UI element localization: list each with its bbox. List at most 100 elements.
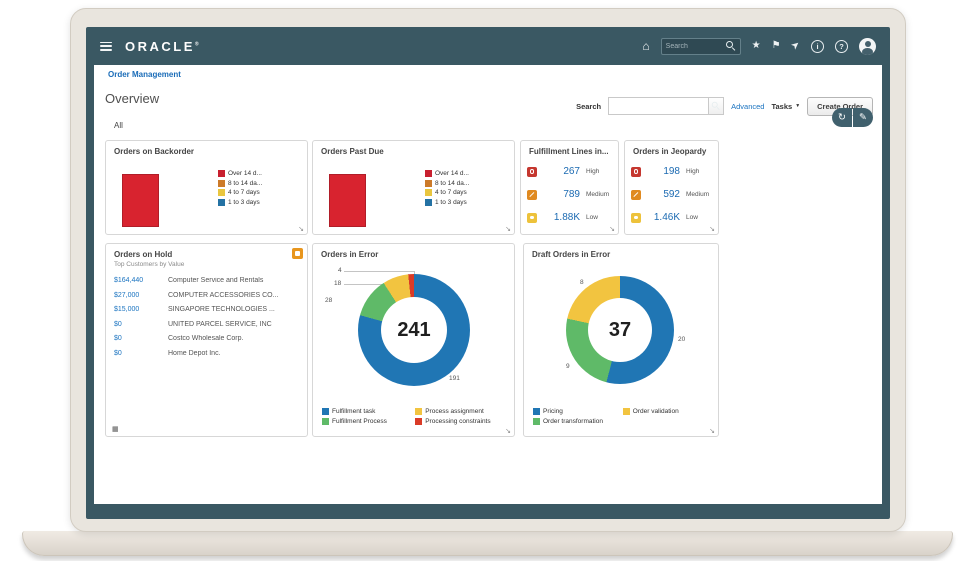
global-search [661, 38, 741, 55]
expand-icon[interactable]: ↘ [505, 226, 511, 233]
expand-icon[interactable]: ↘ [298, 226, 304, 233]
pointer-icon[interactable]: ➤ [789, 39, 802, 52]
bar-over-14-days[interactable] [329, 174, 366, 227]
laptop-base [22, 531, 953, 556]
app-screen: ORACLE® ⌂ ★ ⚑ ➤ i ? Order Managem [86, 27, 890, 519]
card-draft-orders-in-error: Draft Orders in Error 8 20 9 37 Pricing … [523, 243, 719, 437]
hold-value-link[interactable]: $27,000 [114, 292, 168, 299]
kpi-value-link[interactable]: 198 [645, 166, 680, 177]
expand-icon[interactable]: ↘ [505, 428, 511, 435]
expand-icon[interactable]: ↘ [709, 428, 715, 435]
pastdue-bar-chart[interactable] [329, 165, 366, 227]
customer-name: COMPUTER ACCESSORIES CO... [168, 292, 299, 299]
list-item: $27,000COMPUTER ACCESSORIES CO... [114, 292, 299, 299]
hold-value-link[interactable]: $0 [114, 335, 168, 342]
search-go-button[interactable] [708, 97, 724, 115]
legend-item: 1 to 3 days [218, 199, 262, 206]
kpi-list: 267 High 789 Medium 1.88K Low [527, 166, 613, 223]
slice-label: 9 [566, 363, 570, 370]
search-box [608, 97, 724, 115]
severity-medium-icon [527, 190, 537, 200]
advanced-search-link[interactable]: Advanced [731, 102, 764, 111]
hold-warning-icon[interactable] [292, 248, 303, 259]
home-icon[interactable]: ⌂ [642, 40, 649, 52]
expand-icon[interactable]: ↘ [709, 226, 715, 233]
pencil-icon: ✎ [859, 112, 867, 123]
user-avatar[interactable] [859, 38, 876, 55]
tasks-dropdown[interactable]: Tasks▼ [771, 102, 800, 111]
kpi-level-label: Medium [686, 191, 713, 198]
legend: Fulfillment task Process assignment Fulf… [322, 408, 511, 425]
kpi-value-link[interactable]: 1.46K [645, 212, 680, 223]
legend-swatch [322, 418, 329, 425]
kpi-value-link[interactable]: 592 [645, 189, 680, 200]
kpi-level-label: Low [586, 214, 613, 221]
list-item: $15,000SINGAPORE TECHNOLOGIES ... [114, 306, 299, 313]
kpi-level-label: High [586, 168, 613, 175]
card-fulfillment-lines: Fulfillment Lines in... 267 High 789 Med… [520, 140, 619, 235]
refresh-icon: ↻ [838, 112, 846, 123]
oracle-logo: ORACLE® [125, 39, 199, 54]
legend: Over 14 d... 8 to 14 da... 4 to 7 days 1… [218, 170, 262, 206]
legend-item: Order transformation [533, 418, 621, 425]
help-icon[interactable]: ? [835, 40, 848, 53]
card-subtitle: Top Customers by Value [114, 261, 184, 268]
legend: Pricing Order validation Order transform… [533, 408, 715, 425]
hold-value-link[interactable]: $15,000 [114, 306, 168, 313]
legend-swatch [322, 408, 329, 415]
favorites-star-icon[interactable]: ★ [752, 41, 761, 51]
kpi-list: 198 High 592 Medium 1.46K Low [631, 166, 713, 223]
hold-value-link[interactable]: $164,440 [114, 277, 168, 284]
refresh-button[interactable]: ↻ [832, 108, 852, 127]
breadcrumb[interactable]: Order Management [108, 70, 181, 79]
legend-swatch [425, 189, 432, 196]
severity-medium-icon [631, 190, 641, 200]
customer-name: Home Depot Inc. [168, 350, 299, 357]
edit-layout-button[interactable]: ✎ [853, 108, 873, 127]
bar-over-14-days[interactable] [122, 174, 159, 227]
slice-label: 20 [678, 336, 685, 343]
laptop-lid: ORACLE® ⌂ ★ ⚑ ➤ i ? Order Managem [70, 8, 906, 532]
search-icon[interactable] [726, 41, 736, 51]
card-orders-in-jeopardy: Orders in Jeopardy 198 High 592 Medium [624, 140, 719, 235]
legend-swatch [218, 189, 225, 196]
search-icon [712, 102, 721, 111]
list-item: $0UNITED PARCEL SERVICE, INC [114, 321, 299, 328]
card-orders-on-backorder: Orders on Backorder Over 14 d... 8 to 14… [105, 140, 308, 235]
orders-in-error-donut-chart[interactable] [358, 274, 470, 386]
tab-all[interactable]: All [114, 121, 123, 130]
slice-label: 191 [449, 375, 460, 382]
legend-swatch [623, 408, 630, 415]
backorder-bar-chart[interactable] [122, 165, 159, 227]
customer-name: UNITED PARCEL SERVICE, INC [168, 321, 299, 328]
legend-item: 1 to 3 days [425, 199, 469, 206]
chevron-down-icon: ▼ [795, 103, 800, 109]
watchlist-flag-icon[interactable]: ⚑ [772, 41, 781, 51]
search-input[interactable] [608, 97, 708, 115]
legend-swatch [425, 170, 432, 177]
severity-low-icon [527, 213, 537, 223]
legend-swatch [425, 199, 432, 206]
kpi-row-low: 1.88K Low [527, 212, 613, 223]
kpi-value-link[interactable]: 789 [541, 189, 580, 200]
legend-item: 8 to 14 da... [218, 180, 262, 187]
table-view-icon[interactable]: ▦ [112, 426, 119, 433]
draft-orders-in-error-donut-chart[interactable] [566, 276, 674, 384]
card-title: Draft Orders in Error [532, 250, 708, 259]
global-header: ORACLE® ⌂ ★ ⚑ ➤ i ? [86, 27, 890, 65]
legend-item: 8 to 14 da... [425, 180, 469, 187]
hold-value-link[interactable]: $0 [114, 321, 168, 328]
kpi-value-link[interactable]: 1.88K [541, 212, 580, 223]
legend-item: Fulfillment task [322, 408, 413, 415]
legend-swatch [533, 408, 540, 415]
global-search-input[interactable] [666, 43, 723, 50]
legend-swatch [218, 170, 225, 177]
legend-item: Order validation [623, 408, 715, 415]
top-customers-list: $164,440Computer Service and Rentals $27… [114, 277, 299, 357]
page-controls: Search Advanced Tasks▼ Create Order [576, 96, 873, 116]
expand-icon[interactable]: ↘ [609, 226, 615, 233]
announcements-icon[interactable]: i [811, 40, 824, 53]
menu-icon[interactable] [100, 42, 112, 51]
hold-value-link[interactable]: $0 [114, 350, 168, 357]
kpi-value-link[interactable]: 267 [541, 166, 580, 177]
